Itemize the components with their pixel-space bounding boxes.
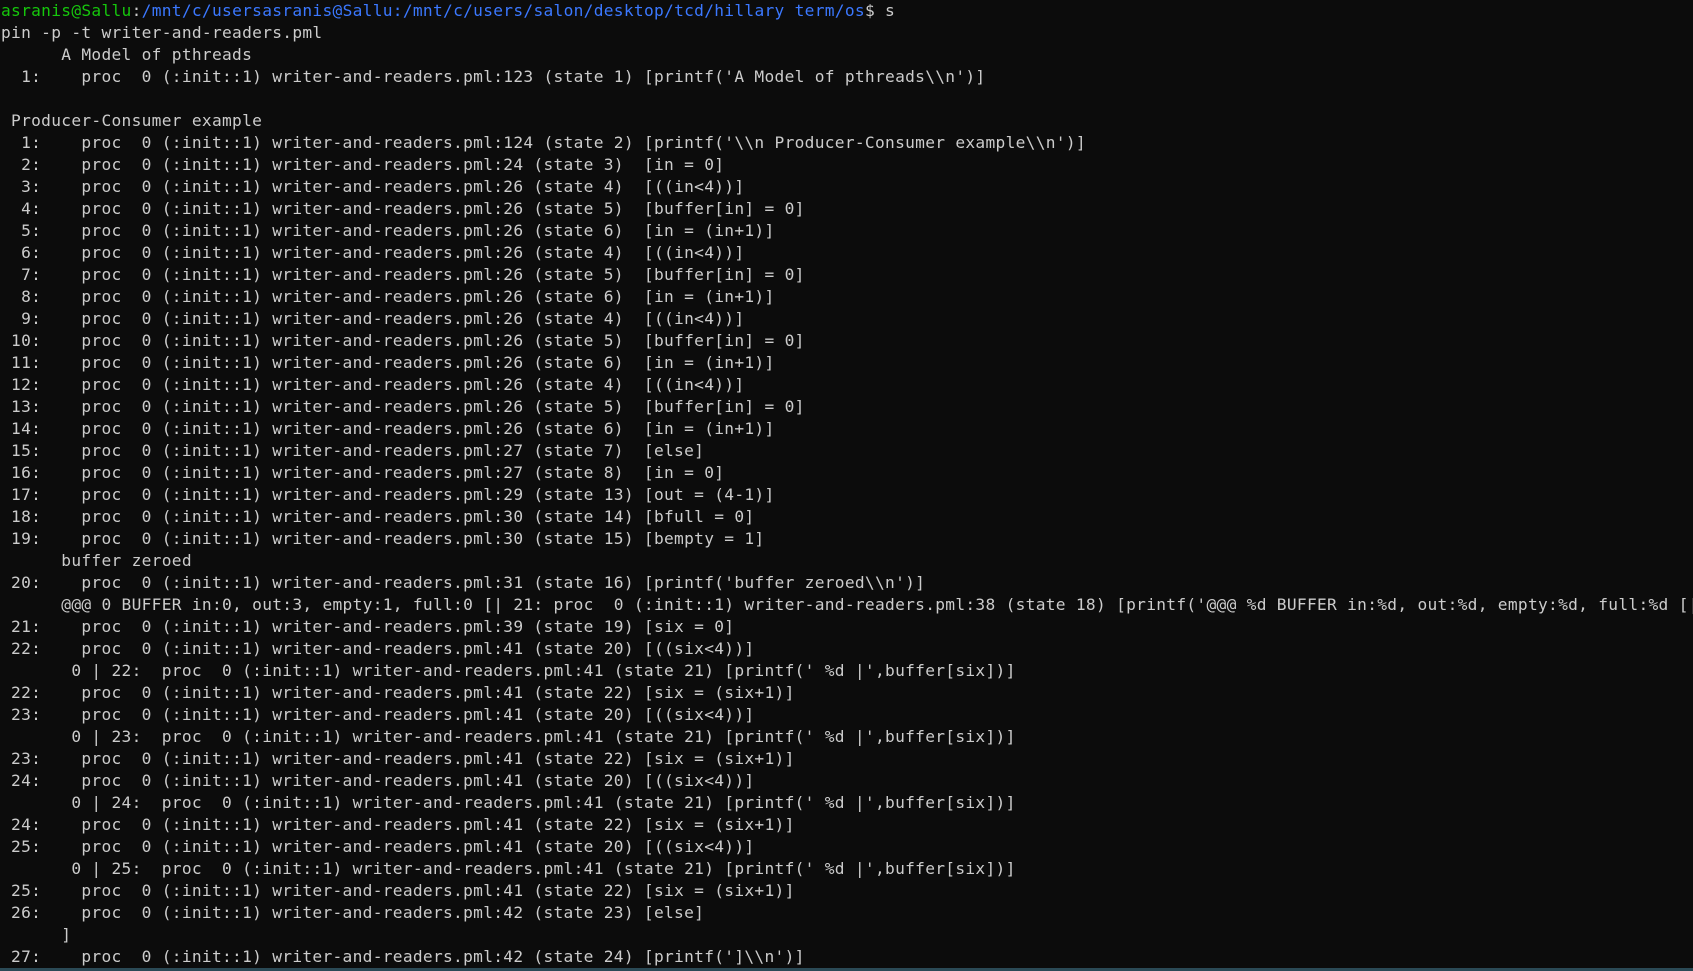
- output-line: 0 | 22: proc 0 (:init::1) writer-and-rea…: [1, 660, 1693, 682]
- output-line: 25: proc 0 (:init::1) writer-and-readers…: [1, 836, 1693, 858]
- output-line: 24: proc 0 (:init::1) writer-and-readers…: [1, 814, 1693, 836]
- output-line: 23: proc 0 (:init::1) writer-and-readers…: [1, 748, 1693, 770]
- prompt-path: /mnt/c/usersasranis@Sallu:/mnt/c/users/s…: [142, 1, 865, 20]
- output-line: 2: proc 0 (:init::1) writer-and-readers.…: [1, 154, 1693, 176]
- output-line: 7: proc 0 (:init::1) writer-and-readers.…: [1, 264, 1693, 286]
- output-line: 6: proc 0 (:init::1) writer-and-readers.…: [1, 242, 1693, 264]
- output-line: 19: proc 0 (:init::1) writer-and-readers…: [1, 528, 1693, 550]
- output-line: 17: proc 0 (:init::1) writer-and-readers…: [1, 484, 1693, 506]
- output-line: 8: proc 0 (:init::1) writer-and-readers.…: [1, 286, 1693, 308]
- output-line: 15: proc 0 (:init::1) writer-and-readers…: [1, 440, 1693, 462]
- output-line: buffer zeroed: [1, 550, 1693, 572]
- output-line: 16: proc 0 (:init::1) writer-and-readers…: [1, 462, 1693, 484]
- output-line: 13: proc 0 (:init::1) writer-and-readers…: [1, 396, 1693, 418]
- output-line: 11: proc 0 (:init::1) writer-and-readers…: [1, 352, 1693, 374]
- output-line: Producer-Consumer example: [1, 110, 1693, 132]
- output-line: 1: proc 0 (:init::1) writer-and-readers.…: [1, 66, 1693, 88]
- prompt-separator: :: [132, 1, 142, 20]
- output-line: 20: proc 0 (:init::1) writer-and-readers…: [1, 572, 1693, 594]
- output-line: 14: proc 0 (:init::1) writer-and-readers…: [1, 418, 1693, 440]
- output-line: 0 | 24: proc 0 (:init::1) writer-and-rea…: [1, 792, 1693, 814]
- output-line: pin -p -t writer-and-readers.pml: [1, 22, 1693, 44]
- output-line: 18: proc 0 (:init::1) writer-and-readers…: [1, 506, 1693, 528]
- prompt-line: asranis@Sallu:/mnt/c/usersasranis@Sallu:…: [1, 0, 1693, 22]
- output-line: 22: proc 0 (:init::1) writer-and-readers…: [1, 638, 1693, 660]
- prompt-user: asranis@Sallu: [1, 1, 132, 20]
- output-line: 21: proc 0 (:init::1) writer-and-readers…: [1, 616, 1693, 638]
- output-line: 25: proc 0 (:init::1) writer-and-readers…: [1, 880, 1693, 902]
- output-line: 0 | 25: proc 0 (:init::1) writer-and-rea…: [1, 858, 1693, 880]
- output-line: 3: proc 0 (:init::1) writer-and-readers.…: [1, 176, 1693, 198]
- terminal-output[interactable]: asranis@Sallu:/mnt/c/usersasranis@Sallu:…: [1, 0, 1693, 968]
- output-line: 9: proc 0 (:init::1) writer-and-readers.…: [1, 308, 1693, 330]
- output-line: 24: proc 0 (:init::1) writer-and-readers…: [1, 770, 1693, 792]
- prompt-command: s: [885, 1, 895, 20]
- output-line: 12: proc 0 (:init::1) writer-and-readers…: [1, 374, 1693, 396]
- output-line: ]: [1, 924, 1693, 946]
- terminal-window[interactable]: asranis@Sallu:/mnt/c/usersasranis@Sallu:…: [0, 0, 1693, 971]
- output-line: 23: proc 0 (:init::1) writer-and-readers…: [1, 704, 1693, 726]
- output-line: [1, 88, 1693, 110]
- output-line: @@@ 0 BUFFER in:0, out:3, empty:1, full:…: [1, 594, 1693, 616]
- output-line: 1: proc 0 (:init::1) writer-and-readers.…: [1, 132, 1693, 154]
- output-line: 22: proc 0 (:init::1) writer-and-readers…: [1, 682, 1693, 704]
- prompt-symbol: $: [865, 1, 885, 20]
- output-line: 10: proc 0 (:init::1) writer-and-readers…: [1, 330, 1693, 352]
- output-line: A Model of pthreads: [1, 44, 1693, 66]
- output-line: 26: proc 0 (:init::1) writer-and-readers…: [1, 902, 1693, 924]
- output-line: 27: proc 0 (:init::1) writer-and-readers…: [1, 946, 1693, 968]
- output-line: 4: proc 0 (:init::1) writer-and-readers.…: [1, 198, 1693, 220]
- output-line: 5: proc 0 (:init::1) writer-and-readers.…: [1, 220, 1693, 242]
- output-line: 0 | 23: proc 0 (:init::1) writer-and-rea…: [1, 726, 1693, 748]
